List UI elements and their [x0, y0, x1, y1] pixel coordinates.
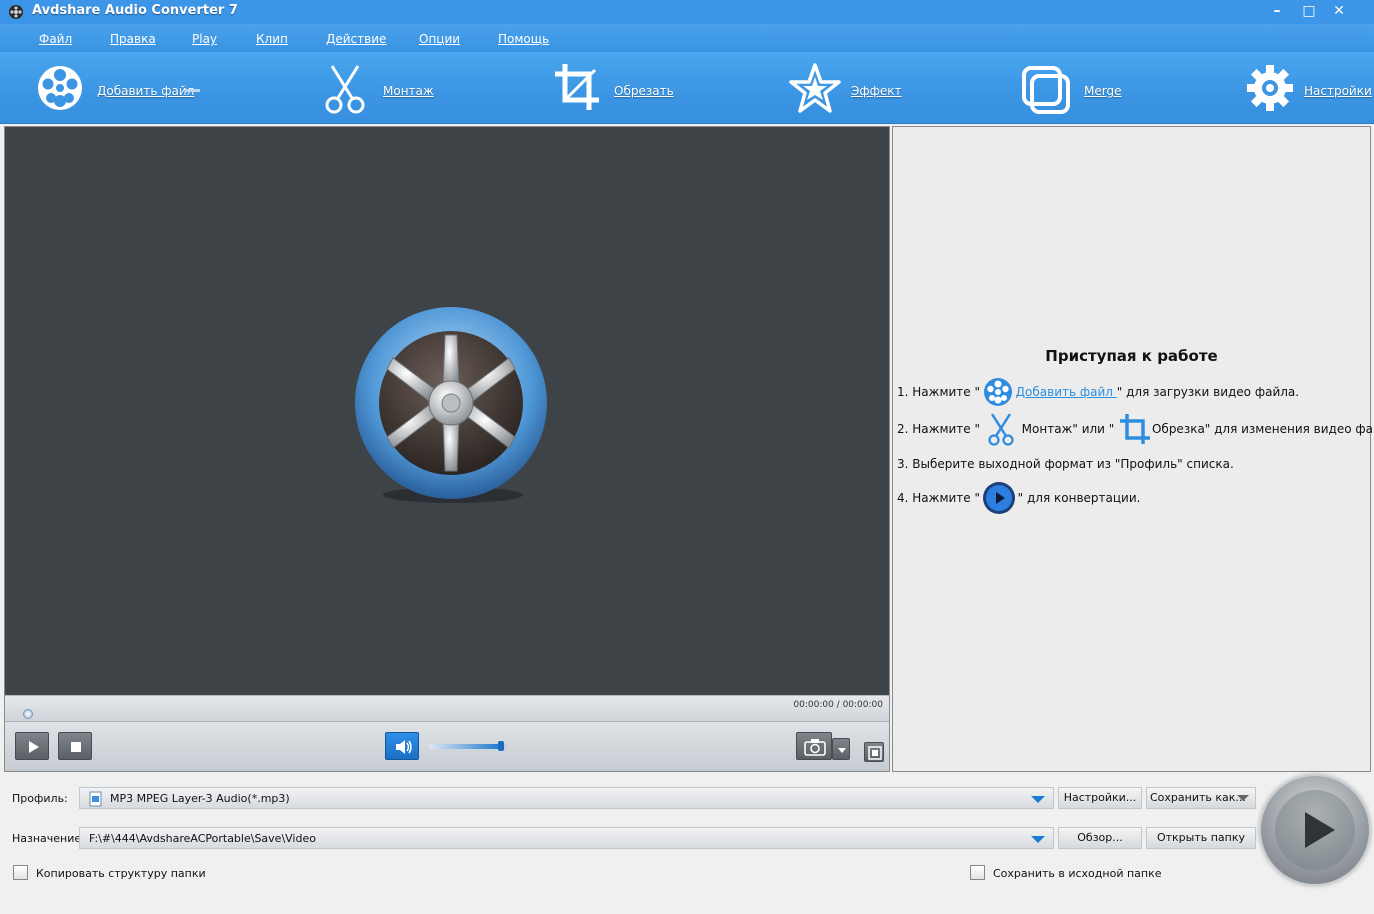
play-icon: [1275, 790, 1355, 870]
fullscreen-button[interactable]: [864, 742, 884, 762]
edit-label: Монтаж: [383, 84, 434, 98]
crop-button[interactable]: Обрезать: [553, 62, 674, 116]
settings-label: Настройки: [1304, 84, 1372, 98]
close-button[interactable]: ✕: [1324, 1, 1354, 21]
copy-structure-label: Копировать структуру папки: [36, 867, 206, 880]
step4-prefix: 4. Нажмите ": [897, 491, 981, 505]
add-file-link[interactable]: Добавить файл: [1016, 385, 1117, 399]
play-button[interactable]: [15, 732, 49, 760]
destination-label: Назначение:: [12, 832, 85, 845]
convert-button[interactable]: [1259, 774, 1371, 886]
title-bar: Avdshare Audio Converter 7 – □ ✕: [0, 0, 1374, 24]
open-folder-button[interactable]: Открыть папку: [1146, 827, 1256, 849]
film-reel-icon: [38, 66, 82, 110]
snapshot-button[interactable]: [796, 732, 832, 760]
seek-handle[interactable]: [23, 709, 33, 719]
guide-step-4: 4. Нажмите " " для конвертации.: [897, 481, 1141, 514]
menu-file[interactable]: Файл: [39, 32, 72, 46]
step1-suffix: " для загрузки видео файла.: [1116, 385, 1300, 399]
save-in-source-label: Сохранить в исходной папке: [993, 867, 1162, 880]
save-in-source-checkbox[interactable]: [970, 865, 985, 880]
seek-bar[interactable]: 00:00:00 / 00:00:00: [5, 695, 889, 721]
volume-slider[interactable]: [429, 744, 507, 749]
step2-suffix: Обрезка" для изменения видео файла.: [1151, 422, 1374, 436]
gear-icon: [1247, 65, 1293, 111]
maximize-button[interactable]: □: [1294, 1, 1324, 21]
merge-button[interactable]: Merge: [1022, 62, 1122, 116]
getting-started-panel: Приступая к работе 1. Нажмите " Добавить…: [892, 126, 1374, 772]
crop-icon: [555, 64, 599, 110]
video-preview: 00:00:00 / 00:00:00: [4, 126, 890, 772]
step2-middle: Монтаж" или ": [1021, 422, 1115, 436]
menu-play[interactable]: Play: [192, 32, 217, 46]
add-file-label: Добавить файл: [97, 84, 195, 98]
menu-options[interactable]: Опции: [419, 32, 460, 46]
destination-select[interactable]: F:\#\444\AvdshareACPortable\Save\Video: [79, 827, 1054, 849]
step4-suffix: " для конвертации.: [1017, 491, 1141, 505]
add-file-button[interactable]: Добавить файл: [36, 62, 206, 116]
window-title: Avdshare Audio Converter 7: [32, 3, 238, 18]
menu-action[interactable]: Действие: [326, 32, 386, 46]
profile-value: MP3 MPEG Layer-3 Audio(*.mp3): [110, 792, 290, 805]
crop-icon: [1120, 413, 1151, 444]
effect-label: Эффект: [851, 84, 902, 98]
browse-button[interactable]: Обзор...: [1058, 827, 1142, 849]
scissors-icon: [988, 412, 1014, 446]
settings-button[interactable]: Настройки: [1246, 62, 1372, 116]
merge-icon: [1022, 66, 1070, 114]
copy-structure-checkbox[interactable]: [13, 865, 28, 880]
save-as-label: Сохранить как...: [1150, 791, 1246, 804]
chevron-down-icon: [1031, 796, 1045, 803]
profile-label: Профиль:: [12, 792, 68, 805]
edit-button[interactable]: Монтаж: [322, 62, 434, 116]
profile-settings-button[interactable]: Настройки...: [1058, 787, 1142, 809]
menu-edit[interactable]: Правка: [110, 32, 156, 46]
step1-prefix: 1. Нажмите ": [897, 385, 981, 399]
dropdown-arrow-icon: [1237, 795, 1249, 801]
volume-button[interactable]: [385, 732, 419, 760]
menu-help[interactable]: Помощь: [498, 32, 549, 46]
profile-select[interactable]: MP3 MPEG Layer-3 Audio(*.mp3): [79, 787, 1054, 809]
output-settings: Профиль: MP3 MPEG Layer-3 Audio(*.mp3) Н…: [0, 774, 1374, 914]
guide-step-1: 1. Нажмите " Добавить файл " для загрузк…: [897, 377, 1300, 406]
chevron-down-icon: [1031, 836, 1045, 843]
scissors-icon: [325, 65, 365, 114]
menu-clip[interactable]: Клип: [256, 32, 288, 46]
merge-label: Merge: [1084, 84, 1122, 98]
time-display: 00:00:00 / 00:00:00: [793, 700, 883, 710]
converter-logo-icon: [355, 307, 547, 503]
dropdown-arrow-icon[interactable]: [186, 89, 200, 92]
convert-play-icon: [982, 481, 1015, 514]
menu-bar: Файл Правка Play Клип Действие Опции Пом…: [0, 24, 1374, 52]
audio-file-icon: [89, 791, 102, 807]
save-as-button[interactable]: Сохранить как...: [1146, 787, 1256, 809]
guide-title: Приступая к работе: [1045, 347, 1218, 365]
effect-button[interactable]: Эффект: [788, 62, 903, 116]
snapshot-dropdown[interactable]: [832, 738, 850, 760]
app-logo-icon: [9, 5, 23, 19]
chevron-down-icon: [838, 748, 846, 753]
step2-prefix: 2. Нажмите ": [897, 422, 981, 436]
crop-label: Обрезать: [614, 84, 674, 98]
stop-button[interactable]: [58, 732, 92, 760]
destination-value: F:\#\444\AvdshareACPortable\Save\Video: [89, 832, 316, 845]
speaker-icon: [396, 740, 412, 754]
player-controls: [5, 721, 889, 771]
camera-icon: [804, 739, 826, 756]
stop-icon: [71, 742, 81, 752]
fullscreen-icon: [868, 746, 882, 760]
volume-handle[interactable]: [497, 741, 504, 751]
play-icon: [29, 741, 39, 753]
star-icon: [789, 63, 841, 113]
guide-step-3: 3. Выберите выходной формат из "Профиль"…: [897, 457, 1234, 471]
guide-step-2: 2. Нажмите " Монтаж" или " Обрезка" для …: [897, 412, 1374, 446]
toolbar: Добавить файл Монтаж Обрезать Эффект Mer…: [0, 52, 1374, 124]
minimize-button[interactable]: –: [1262, 1, 1292, 21]
film-reel-icon: [983, 377, 1012, 406]
